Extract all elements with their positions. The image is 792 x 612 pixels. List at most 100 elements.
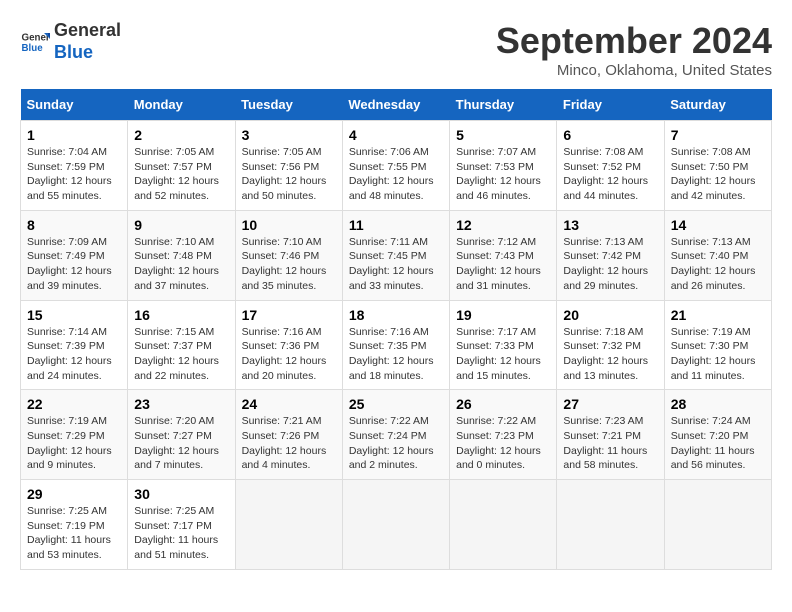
day-number: 7	[671, 127, 765, 143]
day-number: 30	[134, 486, 228, 502]
day-number: 1	[27, 127, 121, 143]
day-detail: Sunrise: 7:08 AMSunset: 7:52 PMDaylight:…	[563, 146, 648, 202]
day-number: 15	[27, 307, 121, 323]
day-number: 26	[456, 396, 550, 412]
day-number: 8	[27, 217, 121, 233]
calendar-cell: 8 Sunrise: 7:09 AMSunset: 7:49 PMDayligh…	[21, 210, 128, 300]
calendar-cell	[557, 480, 664, 570]
day-detail: Sunrise: 7:25 AMSunset: 7:19 PMDaylight:…	[27, 505, 111, 561]
calendar-cell: 28 Sunrise: 7:24 AMSunset: 7:20 PMDaylig…	[664, 390, 771, 480]
header-monday: Monday	[128, 89, 235, 121]
calendar-cell: 6 Sunrise: 7:08 AMSunset: 7:52 PMDayligh…	[557, 121, 664, 211]
day-detail: Sunrise: 7:08 AMSunset: 7:50 PMDaylight:…	[671, 146, 756, 202]
day-detail: Sunrise: 7:16 AMSunset: 7:36 PMDaylight:…	[242, 326, 327, 382]
day-detail: Sunrise: 7:16 AMSunset: 7:35 PMDaylight:…	[349, 326, 434, 382]
calendar-cell: 15 Sunrise: 7:14 AMSunset: 7:39 PMDaylig…	[21, 300, 128, 390]
day-detail: Sunrise: 7:11 AMSunset: 7:45 PMDaylight:…	[349, 236, 434, 292]
logo-text: General Blue	[54, 20, 121, 63]
calendar-cell: 24 Sunrise: 7:21 AMSunset: 7:26 PMDaylig…	[235, 390, 342, 480]
header-wednesday: Wednesday	[342, 89, 449, 121]
calendar-cell: 7 Sunrise: 7:08 AMSunset: 7:50 PMDayligh…	[664, 121, 771, 211]
day-number: 20	[563, 307, 657, 323]
calendar-cell: 11 Sunrise: 7:11 AMSunset: 7:45 PMDaylig…	[342, 210, 449, 300]
month-title: September 2024	[496, 20, 772, 62]
calendar-week-3: 15 Sunrise: 7:14 AMSunset: 7:39 PMDaylig…	[21, 300, 772, 390]
day-detail: Sunrise: 7:25 AMSunset: 7:17 PMDaylight:…	[134, 505, 218, 561]
day-number: 29	[27, 486, 121, 502]
day-number: 4	[349, 127, 443, 143]
day-detail: Sunrise: 7:12 AMSunset: 7:43 PMDaylight:…	[456, 236, 541, 292]
day-number: 19	[456, 307, 550, 323]
day-number: 16	[134, 307, 228, 323]
day-number: 24	[242, 396, 336, 412]
calendar-week-4: 22 Sunrise: 7:19 AMSunset: 7:29 PMDaylig…	[21, 390, 772, 480]
calendar-cell: 25 Sunrise: 7:22 AMSunset: 7:24 PMDaylig…	[342, 390, 449, 480]
calendar-cell: 19 Sunrise: 7:17 AMSunset: 7:33 PMDaylig…	[450, 300, 557, 390]
header-thursday: Thursday	[450, 89, 557, 121]
day-detail: Sunrise: 7:22 AMSunset: 7:24 PMDaylight:…	[349, 415, 434, 471]
day-detail: Sunrise: 7:18 AMSunset: 7:32 PMDaylight:…	[563, 326, 648, 382]
day-detail: Sunrise: 7:13 AMSunset: 7:40 PMDaylight:…	[671, 236, 756, 292]
calendar-cell: 1 Sunrise: 7:04 AMSunset: 7:59 PMDayligh…	[21, 121, 128, 211]
calendar-cell: 17 Sunrise: 7:16 AMSunset: 7:36 PMDaylig…	[235, 300, 342, 390]
calendar-cell	[450, 480, 557, 570]
day-number: 18	[349, 307, 443, 323]
calendar-cell: 23 Sunrise: 7:20 AMSunset: 7:27 PMDaylig…	[128, 390, 235, 480]
day-detail: Sunrise: 7:05 AMSunset: 7:57 PMDaylight:…	[134, 146, 219, 202]
calendar-cell	[235, 480, 342, 570]
day-number: 25	[349, 396, 443, 412]
day-detail: Sunrise: 7:24 AMSunset: 7:20 PMDaylight:…	[671, 415, 755, 471]
day-number: 14	[671, 217, 765, 233]
calendar-cell	[342, 480, 449, 570]
day-number: 9	[134, 217, 228, 233]
calendar-cell: 27 Sunrise: 7:23 AMSunset: 7:21 PMDaylig…	[557, 390, 664, 480]
day-number: 21	[671, 307, 765, 323]
day-detail: Sunrise: 7:06 AMSunset: 7:55 PMDaylight:…	[349, 146, 434, 202]
day-detail: Sunrise: 7:19 AMSunset: 7:30 PMDaylight:…	[671, 326, 756, 382]
calendar-cell: 2 Sunrise: 7:05 AMSunset: 7:57 PMDayligh…	[128, 121, 235, 211]
calendar-cell: 13 Sunrise: 7:13 AMSunset: 7:42 PMDaylig…	[557, 210, 664, 300]
calendar-cell: 20 Sunrise: 7:18 AMSunset: 7:32 PMDaylig…	[557, 300, 664, 390]
day-detail: Sunrise: 7:10 AMSunset: 7:46 PMDaylight:…	[242, 236, 327, 292]
header-friday: Friday	[557, 89, 664, 121]
day-number: 11	[349, 217, 443, 233]
page-header: General Blue General Blue September 2024…	[20, 20, 772, 79]
day-detail: Sunrise: 7:10 AMSunset: 7:48 PMDaylight:…	[134, 236, 219, 292]
svg-text:Blue: Blue	[22, 43, 44, 54]
day-number: 17	[242, 307, 336, 323]
day-detail: Sunrise: 7:17 AMSunset: 7:33 PMDaylight:…	[456, 326, 541, 382]
calendar-cell: 14 Sunrise: 7:13 AMSunset: 7:40 PMDaylig…	[664, 210, 771, 300]
calendar-cell: 21 Sunrise: 7:19 AMSunset: 7:30 PMDaylig…	[664, 300, 771, 390]
calendar-table: SundayMondayTuesdayWednesdayThursdayFrid…	[20, 89, 772, 570]
day-detail: Sunrise: 7:13 AMSunset: 7:42 PMDaylight:…	[563, 236, 648, 292]
calendar-cell: 5 Sunrise: 7:07 AMSunset: 7:53 PMDayligh…	[450, 121, 557, 211]
day-detail: Sunrise: 7:15 AMSunset: 7:37 PMDaylight:…	[134, 326, 219, 382]
calendar-cell: 22 Sunrise: 7:19 AMSunset: 7:29 PMDaylig…	[21, 390, 128, 480]
header-tuesday: Tuesday	[235, 89, 342, 121]
day-number: 6	[563, 127, 657, 143]
location: Minco, Oklahoma, United States	[496, 62, 772, 79]
day-number: 10	[242, 217, 336, 233]
header-sunday: Sunday	[21, 89, 128, 121]
calendar-week-5: 29 Sunrise: 7:25 AMSunset: 7:19 PMDaylig…	[21, 480, 772, 570]
day-number: 13	[563, 217, 657, 233]
day-detail: Sunrise: 7:20 AMSunset: 7:27 PMDaylight:…	[134, 415, 219, 471]
calendar-cell	[664, 480, 771, 570]
calendar-cell: 29 Sunrise: 7:25 AMSunset: 7:19 PMDaylig…	[21, 480, 128, 570]
logo: General Blue General Blue	[20, 20, 121, 63]
day-detail: Sunrise: 7:05 AMSunset: 7:56 PMDaylight:…	[242, 146, 327, 202]
day-number: 22	[27, 396, 121, 412]
calendar-cell: 9 Sunrise: 7:10 AMSunset: 7:48 PMDayligh…	[128, 210, 235, 300]
day-detail: Sunrise: 7:07 AMSunset: 7:53 PMDaylight:…	[456, 146, 541, 202]
calendar-cell: 10 Sunrise: 7:10 AMSunset: 7:46 PMDaylig…	[235, 210, 342, 300]
calendar-cell: 30 Sunrise: 7:25 AMSunset: 7:17 PMDaylig…	[128, 480, 235, 570]
day-detail: Sunrise: 7:14 AMSunset: 7:39 PMDaylight:…	[27, 326, 112, 382]
calendar-cell: 3 Sunrise: 7:05 AMSunset: 7:56 PMDayligh…	[235, 121, 342, 211]
calendar-cell: 18 Sunrise: 7:16 AMSunset: 7:35 PMDaylig…	[342, 300, 449, 390]
calendar-cell: 12 Sunrise: 7:12 AMSunset: 7:43 PMDaylig…	[450, 210, 557, 300]
day-number: 23	[134, 396, 228, 412]
calendar-week-1: 1 Sunrise: 7:04 AMSunset: 7:59 PMDayligh…	[21, 121, 772, 211]
day-detail: Sunrise: 7:04 AMSunset: 7:59 PMDaylight:…	[27, 146, 112, 202]
header-saturday: Saturday	[664, 89, 771, 121]
day-number: 2	[134, 127, 228, 143]
